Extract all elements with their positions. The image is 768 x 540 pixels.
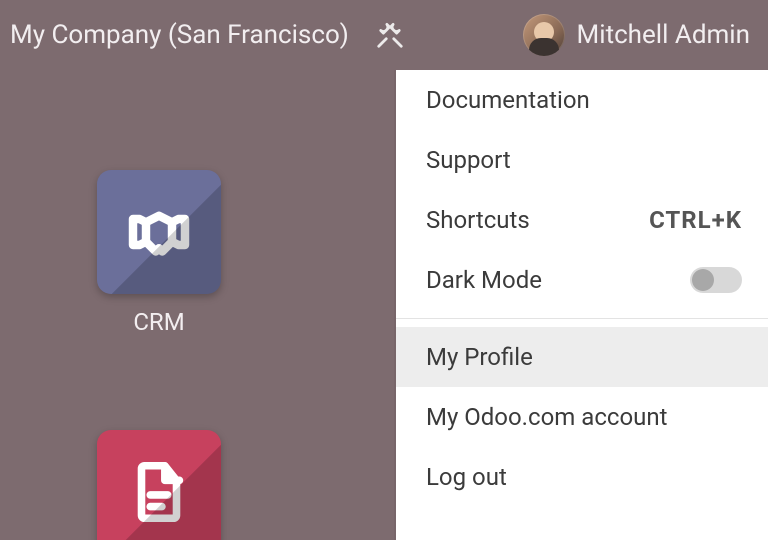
menu-item-label: Shortcuts xyxy=(426,206,649,234)
menu-item-label: Support xyxy=(426,146,742,174)
app-tile-crm[interactable]: CRM xyxy=(84,170,234,336)
app-tile-label: CRM xyxy=(84,308,234,336)
dark-mode-toggle[interactable] xyxy=(690,267,742,293)
menu-item-my-profile[interactable]: My Profile xyxy=(396,327,768,387)
company-selector[interactable]: My Company (San Francisco) xyxy=(6,20,353,50)
menu-item-label: Dark Mode xyxy=(426,266,690,294)
menu-item-darkmode[interactable]: Dark Mode xyxy=(396,250,768,310)
user-name: Mitchell Admin xyxy=(577,20,750,50)
app-tile-documents[interactable] xyxy=(84,430,234,540)
menu-item-support[interactable]: Support xyxy=(396,130,768,190)
menu-item-shortcuts[interactable]: Shortcuts CTRL+K xyxy=(396,190,768,250)
menu-item-label: Documentation xyxy=(426,86,742,114)
menu-item-documentation[interactable]: Documentation xyxy=(396,70,768,130)
debug-tools-icon[interactable] xyxy=(375,20,405,50)
menu-item-label: My Profile xyxy=(426,343,742,371)
menu-separator xyxy=(396,318,768,319)
menu-item-odoo-account[interactable]: My Odoo.com account xyxy=(396,387,768,447)
menu-item-log-out[interactable]: Log out xyxy=(396,447,768,507)
document-icon xyxy=(97,430,221,540)
user-dropdown-menu: Documentation Support Shortcuts CTRL+K D… xyxy=(396,70,768,540)
user-menu-trigger[interactable]: Mitchell Admin xyxy=(515,14,758,56)
shortcut-key: CTRL+K xyxy=(649,206,742,234)
topbar: My Company (San Francisco) Mitchell Admi… xyxy=(0,0,768,70)
menu-item-label: Log out xyxy=(426,463,742,491)
crm-icon xyxy=(97,170,221,294)
menu-item-label: My Odoo.com account xyxy=(426,403,742,431)
avatar xyxy=(523,14,565,56)
